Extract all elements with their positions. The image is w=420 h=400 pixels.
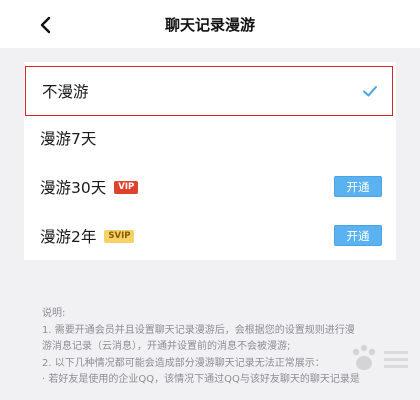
option-roaming-7-days[interactable]: 漫游7天 bbox=[24, 113, 396, 163]
page-title: 聊天记录漫游 bbox=[164, 16, 255, 34]
option-roaming-2-years[interactable]: 漫游2年 SVIP 开通 bbox=[24, 211, 396, 261]
open-vip-button[interactable]: 开通 bbox=[334, 176, 382, 197]
option-label: 漫游30天 bbox=[40, 179, 107, 197]
notes-line: 1. 需要开通会员并且设置聊天记录漫游后，会根据您的设置规则进行漫 bbox=[42, 324, 355, 336]
option-no-roaming[interactable]: 不漫游 bbox=[25, 66, 393, 116]
option-label: 漫游7天 bbox=[40, 130, 97, 148]
nav-bar: 聊天记录漫游 bbox=[0, 0, 420, 48]
option-label: 漫游2年 bbox=[40, 228, 97, 246]
vip-badge: VIP bbox=[114, 180, 139, 194]
roaming-options-list: 不漫游 漫游7天 漫游30天 VIP 开通 漫游2年 SVIP 开通 bbox=[24, 62, 396, 260]
check-icon bbox=[363, 86, 377, 97]
paw-icon bbox=[352, 344, 408, 370]
open-svip-button[interactable]: 开通 bbox=[334, 225, 382, 246]
notes-title: 说明: bbox=[42, 308, 66, 319]
option-label: 不漫游 bbox=[42, 83, 89, 101]
svip-badge: SVIP bbox=[104, 229, 135, 243]
option-roaming-30-days[interactable]: 漫游30天 VIP 开通 bbox=[24, 162, 396, 212]
